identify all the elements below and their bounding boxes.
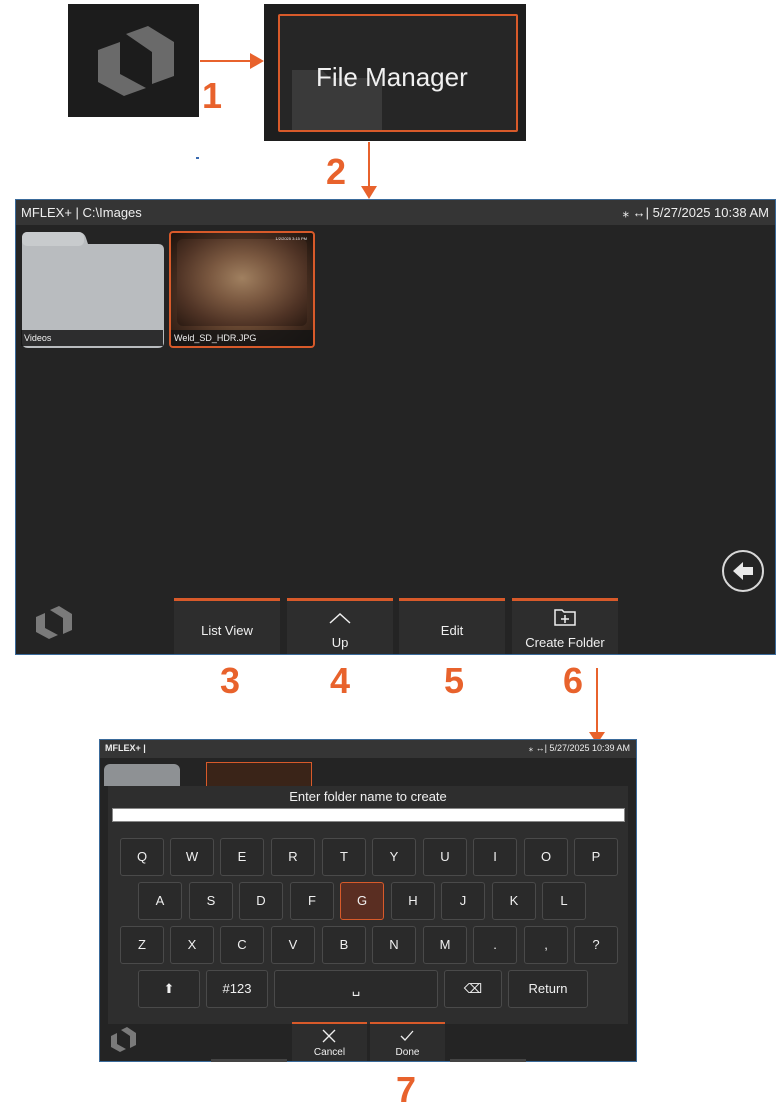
up-label: Up xyxy=(331,635,349,650)
step-number-5: 5 xyxy=(444,660,465,701)
status-path: MFLEX+ | xyxy=(105,743,146,753)
list-view-button[interactable]: List View xyxy=(174,598,280,654)
folder-caption: Videos xyxy=(21,330,163,346)
done-button[interactable]: Done xyxy=(370,1022,445,1061)
key-b[interactable]: B xyxy=(322,926,366,964)
key-question[interactable]: ? xyxy=(574,926,618,964)
key-p[interactable]: P xyxy=(574,838,618,876)
app-logo-icon xyxy=(111,1027,136,1052)
return-key[interactable]: Return xyxy=(508,970,588,1008)
key-q[interactable]: Q xyxy=(120,838,164,876)
create-folder-screen: MFLEX+ | ⁎ ↔| 5/27/2025 10:39 AM Enter f… xyxy=(99,739,637,1062)
image-tile-background xyxy=(206,762,312,788)
key-a[interactable]: A xyxy=(138,882,182,920)
folder-tile-videos[interactable]: Videos xyxy=(20,230,164,348)
cancel-button[interactable]: Cancel xyxy=(292,1022,367,1061)
image-thumbnail xyxy=(177,239,307,326)
space-icon: ␣ xyxy=(351,981,361,996)
home-logo-tile[interactable] xyxy=(68,4,199,117)
softkey-hint xyxy=(211,1059,287,1062)
image-caption: Weld_SD_HDR.JPG xyxy=(171,330,313,346)
arrow-left-icon xyxy=(733,562,753,580)
step-number-6: 6 xyxy=(563,660,584,701)
file-manager-tile-frame: File Manager xyxy=(278,14,518,132)
arrow-head-icon xyxy=(250,53,264,69)
back-button[interactable] xyxy=(722,550,764,592)
step-number-7: 7 xyxy=(396,1069,417,1110)
app-logo-icon xyxy=(98,26,174,96)
key-o[interactable]: O xyxy=(524,838,568,876)
file-manager-screen: MFLEX+ | C:\Images ⁎ ↔| 5/27/2025 10:38 … xyxy=(15,199,776,655)
status-path: MFLEX+ | C:\Images xyxy=(21,205,142,220)
done-label: Done xyxy=(395,1047,420,1058)
key-e[interactable]: E xyxy=(220,838,264,876)
key-i[interactable]: I xyxy=(473,838,517,876)
app-logo-icon xyxy=(36,606,72,639)
key-y[interactable]: Y xyxy=(372,838,416,876)
step-number-4: 4 xyxy=(330,660,351,701)
step-number-3: 3 xyxy=(220,660,241,701)
chevron-up-icon xyxy=(329,612,351,624)
checkmark-icon xyxy=(400,1030,414,1041)
keyboard-prompt: Enter folder name to create xyxy=(289,789,447,804)
image-tile-weld[interactable]: 1/2/2025 3:15 PM Weld_SD_HDR.JPG xyxy=(169,231,315,348)
key-x[interactable]: X xyxy=(170,926,214,964)
file-manager-tile[interactable]: File Manager xyxy=(264,4,526,141)
backspace-icon: ⌫ xyxy=(463,981,483,996)
space-key[interactable]: ␣ xyxy=(274,970,438,1008)
key-m[interactable]: M xyxy=(423,926,467,964)
key-f[interactable]: F xyxy=(290,882,334,920)
key-s[interactable]: S xyxy=(189,882,233,920)
key-u[interactable]: U xyxy=(423,838,467,876)
status-bar: MFLEX+ | ⁎ ↔| 5/27/2025 10:39 AM xyxy=(100,740,636,758)
key-n[interactable]: N xyxy=(372,926,416,964)
divider xyxy=(196,157,199,159)
key-h[interactable]: H xyxy=(391,882,435,920)
create-folder-button[interactable]: Create Folder xyxy=(512,598,618,654)
list-view-label: List View xyxy=(201,623,253,638)
create-folder-label: Create Folder xyxy=(525,635,605,650)
key-k[interactable]: K xyxy=(492,882,536,920)
arrow-1 xyxy=(200,60,256,62)
arrow-head-icon xyxy=(361,186,377,199)
backspace-key[interactable]: ⌫ xyxy=(444,970,502,1008)
folder-tile-background xyxy=(104,764,180,786)
numbers-key[interactable]: #123 xyxy=(206,970,268,1008)
step-number-2: 2 xyxy=(326,151,347,192)
shift-key[interactable]: ⬆ xyxy=(138,970,200,1008)
edit-label: Edit xyxy=(440,623,464,638)
key-j[interactable]: J xyxy=(441,882,485,920)
step-number-1: 1 xyxy=(202,75,223,116)
key-r[interactable]: R xyxy=(271,838,315,876)
key-comma[interactable]: , xyxy=(524,926,568,964)
status-bar: MFLEX+ | C:\Images ⁎ ↔| 5/27/2025 10:38 … xyxy=(16,200,775,225)
key-z[interactable]: Z xyxy=(120,926,164,964)
softkey-hint xyxy=(450,1059,526,1062)
key-v[interactable]: V xyxy=(271,926,315,964)
key-c[interactable]: C xyxy=(220,926,264,964)
keyboard-panel: Enter folder name to create Q W E R T Y … xyxy=(108,786,628,1024)
key-l[interactable]: L xyxy=(542,882,586,920)
key-w[interactable]: W xyxy=(170,838,214,876)
key-g[interactable]: G xyxy=(340,882,384,920)
key-period[interactable]: . xyxy=(473,926,517,964)
file-manager-label: File Manager xyxy=(316,62,468,92)
shift-icon: ⬆ xyxy=(163,981,175,996)
status-datetime: ⁎ ↔| 5/27/2025 10:39 AM xyxy=(528,743,630,753)
arrow-2 xyxy=(368,142,370,190)
folder-plus-icon xyxy=(554,609,576,626)
folder-name-input[interactable] xyxy=(112,808,625,822)
up-button[interactable]: Up xyxy=(287,598,393,654)
arrow-6 xyxy=(596,668,598,736)
status-datetime: ⁎ ↔| 5/27/2025 10:38 AM xyxy=(622,205,769,220)
cancel-label: Cancel xyxy=(313,1047,346,1058)
close-icon xyxy=(322,1029,336,1043)
key-d[interactable]: D xyxy=(239,882,283,920)
edit-button[interactable]: Edit xyxy=(399,598,505,654)
thumbnail-timestamp: 1/2/2025 3:15 PM xyxy=(275,236,307,241)
key-t[interactable]: T xyxy=(322,838,366,876)
